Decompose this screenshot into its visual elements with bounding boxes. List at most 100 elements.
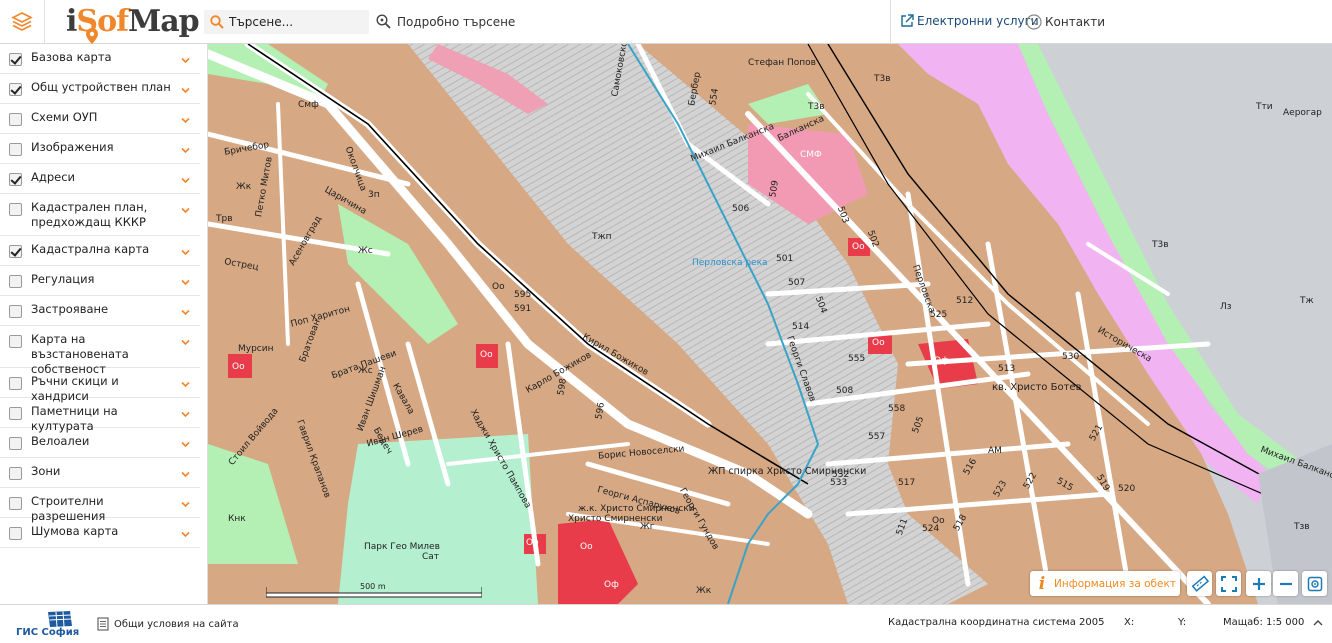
chevron-down-icon[interactable] [181,440,190,449]
layer-checkbox[interactable] [9,173,22,186]
block-number: 517 [898,478,916,488]
layer-item-cadastral-plan-before[interactable]: Кадастрален план, предхождащ КККР [0,194,200,236]
chevron-down-icon[interactable] [181,470,190,479]
measure-button[interactable] [1187,571,1212,596]
layer-checkbox[interactable] [9,467,22,480]
layer-checkbox[interactable] [9,203,22,216]
zoom-search-icon [376,14,391,29]
layer-checkbox[interactable] [9,407,22,420]
object-label: Оф [934,356,949,366]
layer-item-images[interactable]: Изображения [0,134,200,164]
map-pin-icon [86,28,98,44]
layer-checkbox[interactable] [9,497,22,510]
layer-label: Регулация [31,272,95,286]
ruler-icon [1191,575,1209,592]
place-label: Аерогар [1283,108,1322,118]
layer-checkbox[interactable] [9,275,22,288]
object-label: Оо [526,538,539,548]
terms-link[interactable]: Общи условия на сайта [97,617,239,631]
chevron-down-icon[interactable] [181,86,190,95]
layer-checkbox[interactable] [9,377,22,390]
park-label: Парк Гео Милев [364,542,440,552]
layer-item-base-map[interactable]: Базова карта [0,44,200,74]
block-number: 555 [848,354,866,364]
chevron-down-icon[interactable] [181,206,190,215]
zone-label: СМФ [800,150,822,160]
contacts-link[interactable]: Контакти [1026,14,1105,30]
fullscreen-button[interactable] [1216,571,1241,596]
layer-item-addresses[interactable]: Адреси [0,164,200,194]
chevron-down-icon[interactable] [181,308,190,317]
layer-checkbox[interactable] [9,335,22,348]
isofmap-logo[interactable]: iSofMap [66,4,200,44]
layer-item-bike-lanes[interactable]: Велоалеи [0,428,200,458]
layer-label: Базова карта [31,50,112,64]
layer-checkbox[interactable] [9,305,22,318]
layer-label: Шумова карта [31,524,119,538]
layer-checkbox[interactable] [9,437,22,450]
layer-checkbox[interactable] [9,143,22,156]
layer-item-hand-sketches[interactable]: Ръчни скици и хандриси [0,368,200,403]
chevron-down-icon[interactable] [181,146,190,155]
layers-panel-toggle[interactable] [0,0,45,44]
block-number: 591 [514,304,532,314]
layer-item-cadastral-map[interactable]: Кадастрална карта [0,236,200,266]
zone-label: Тзв [1294,522,1310,532]
contacts-label: Контакти [1045,15,1106,29]
chevron-down-icon[interactable] [181,500,190,509]
layer-checkbox[interactable] [9,53,22,66]
layer-item-oup-schemes[interactable]: Схеми ОУП [0,104,200,134]
block-number: 506 [732,204,750,214]
minus-icon [1279,582,1292,585]
object-label: Оф [604,580,619,590]
layer-checkbox[interactable] [9,527,22,540]
eservices-link[interactable]: Електронни услуги [900,14,1039,28]
chevron-down-icon[interactable] [181,380,190,389]
block-number: 595 [514,290,532,300]
layer-label: Изображения [31,140,114,154]
chevron-up-icon[interactable] [1313,619,1323,627]
search-icon[interactable] [210,15,224,29]
layer-checkbox[interactable] [9,83,22,96]
object-label: Оо [480,350,493,360]
zone-label: Жк [236,182,252,192]
zoom-in-button[interactable] [1246,571,1271,596]
object-info-button[interactable]: i Информация за обект [1030,571,1180,596]
info-icon: i [1038,573,1046,594]
search-input[interactable] [229,15,364,29]
object-label: Оо [492,282,505,292]
street-label: Мурсин [238,344,274,354]
chevron-down-icon[interactable] [181,530,190,539]
layer-item-buildings[interactable]: Застрояване [0,296,200,326]
locate-button[interactable] [1302,571,1327,596]
chevron-down-icon[interactable] [181,338,190,347]
river-label: Перловска река [692,258,768,268]
map-canvas[interactable]: Стефан Попов Самоковско Бербер 554 Т3в Т… [208,44,1332,604]
layer-label: Адреси [31,170,75,184]
layer-item-building-permits[interactable]: Строителни разрешения [0,488,200,523]
object-info-label: Информация за обект [1054,577,1176,590]
layer-label: Велоалеи [31,434,90,448]
scale-bar: 500 m [265,582,483,598]
layer-checkbox[interactable] [9,113,22,126]
advanced-search-link[interactable]: Подробно търсене [376,14,515,29]
chevron-down-icon[interactable] [181,176,190,185]
zoom-out-button[interactable] [1273,571,1298,596]
zone-label: Жк [696,586,712,596]
layer-item-general-plan[interactable]: Общ устройствен план [0,74,200,104]
layer-item-cultural-monuments[interactable]: Паметници на културата [0,398,200,433]
chevron-down-icon[interactable] [181,56,190,65]
layer-label: Общ устройствен план [31,80,171,94]
chevron-down-icon[interactable] [181,248,190,257]
chevron-down-icon[interactable] [181,116,190,125]
layer-checkbox[interactable] [9,245,22,258]
chevron-down-icon[interactable] [181,410,190,419]
layer-item-regulation[interactable]: Регулация [0,266,200,296]
layer-item-restored-property[interactable]: Карта на възстановената собственост [0,326,200,376]
zone-label: Смф [298,100,319,110]
block-number: 512 [956,296,974,306]
layer-item-zones[interactable]: Зони [0,458,200,488]
layer-item-noise-map[interactable]: Шумова карта [0,518,200,548]
block-number: 508 [836,386,854,396]
chevron-down-icon[interactable] [181,278,190,287]
